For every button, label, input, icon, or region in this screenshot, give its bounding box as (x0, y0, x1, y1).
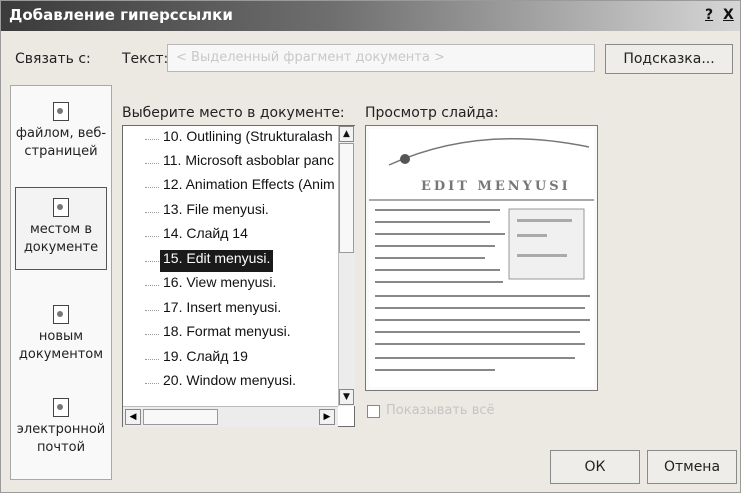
vertical-scrollbar[interactable]: ▲ ▼ (338, 126, 355, 406)
list-item[interactable]: 18. Format menyusi. (160, 323, 294, 345)
list-item[interactable]: 19. Слайд 19 (160, 348, 251, 370)
link-to-new-doc-label: новым документом (18, 329, 104, 362)
link-to-place-label: местом в документе (23, 222, 99, 255)
list-item[interactable]: 11. Microsoft asboblar panc (160, 152, 337, 174)
text-label: Текст: (122, 51, 169, 67)
text-input[interactable]: < Выделенный фрагмент документа > (167, 44, 595, 72)
horizontal-scrollbar[interactable]: ◀ ▶ (123, 406, 338, 427)
new-doc-icon (53, 305, 69, 324)
slide-preview: EDIT MENYUSI (365, 125, 598, 391)
scroll-up-icon[interactable]: ▲ (339, 126, 354, 142)
vertical-scroll-thumb[interactable] (339, 143, 354, 253)
hyperlink-dialog: Добавление гиперссылки ? X Связать с: Те… (0, 0, 741, 493)
cancel-button[interactable]: Отмена (647, 450, 737, 484)
horizontal-scroll-thumb[interactable] (143, 409, 218, 425)
file-icon (53, 102, 69, 121)
list-item[interactable]: 20. Window menyusi. (160, 372, 299, 394)
link-to-label: Связать с: (15, 51, 91, 67)
list-item-selected[interactable]: 15. Edit menyusi. (160, 250, 274, 272)
place-label: Выберите место в документе: (122, 105, 345, 121)
list-item[interactable]: 17. Insert menyusi. (160, 299, 284, 321)
list-item[interactable]: 16. View menyusi. (160, 274, 279, 296)
place-icon (53, 198, 69, 217)
dialog-title: Добавление гиперссылки (9, 6, 233, 24)
email-icon (53, 398, 69, 417)
ok-button[interactable]: ОК (550, 450, 640, 484)
help-button[interactable]: ? (705, 7, 713, 23)
list-item[interactable]: 13. File menyusi. (160, 201, 272, 223)
preview-label: Просмотр слайда: (365, 105, 499, 121)
scroll-down-icon[interactable]: ▼ (339, 389, 354, 405)
scroll-left-icon[interactable]: ◀ (125, 409, 141, 425)
link-to-email-label: электронной почтой (16, 422, 106, 455)
list-item[interactable]: 14. Слайд 14 (160, 225, 251, 247)
link-to-email[interactable]: электронной почтой (15, 398, 107, 473)
place-list[interactable]: 10. Outlining (Strukturalash 11. Microso… (122, 125, 355, 427)
link-to-file[interactable]: файлом, веб-страницей (15, 102, 107, 182)
slide-thumbnail: EDIT MENYUSI (369, 129, 594, 387)
link-to-panel: файлом, веб-страницей местом в документе… (10, 85, 112, 480)
close-button[interactable]: X (723, 7, 734, 23)
list-item[interactable]: 10. Outlining (Strukturalash (160, 128, 336, 150)
title-bar: Добавление гиперссылки ? X (1, 1, 740, 31)
show-all-checkbox[interactable] (367, 405, 380, 418)
show-all-label: Показывать всё (386, 403, 495, 418)
slide-title: EDIT MENYUSI (421, 179, 571, 194)
list-item[interactable]: 12. Animation Effects (Anim (160, 176, 338, 198)
text-input-value: < Выделенный фрагмент документа > (176, 50, 445, 65)
link-to-new-doc[interactable]: новым документом (15, 305, 107, 380)
tooltip-button[interactable]: Подсказка... (605, 44, 733, 74)
scroll-right-icon[interactable]: ▶ (319, 409, 335, 425)
link-to-place[interactable]: местом в документе (15, 187, 107, 270)
link-to-file-label: файлом, веб-страницей (15, 126, 107, 159)
